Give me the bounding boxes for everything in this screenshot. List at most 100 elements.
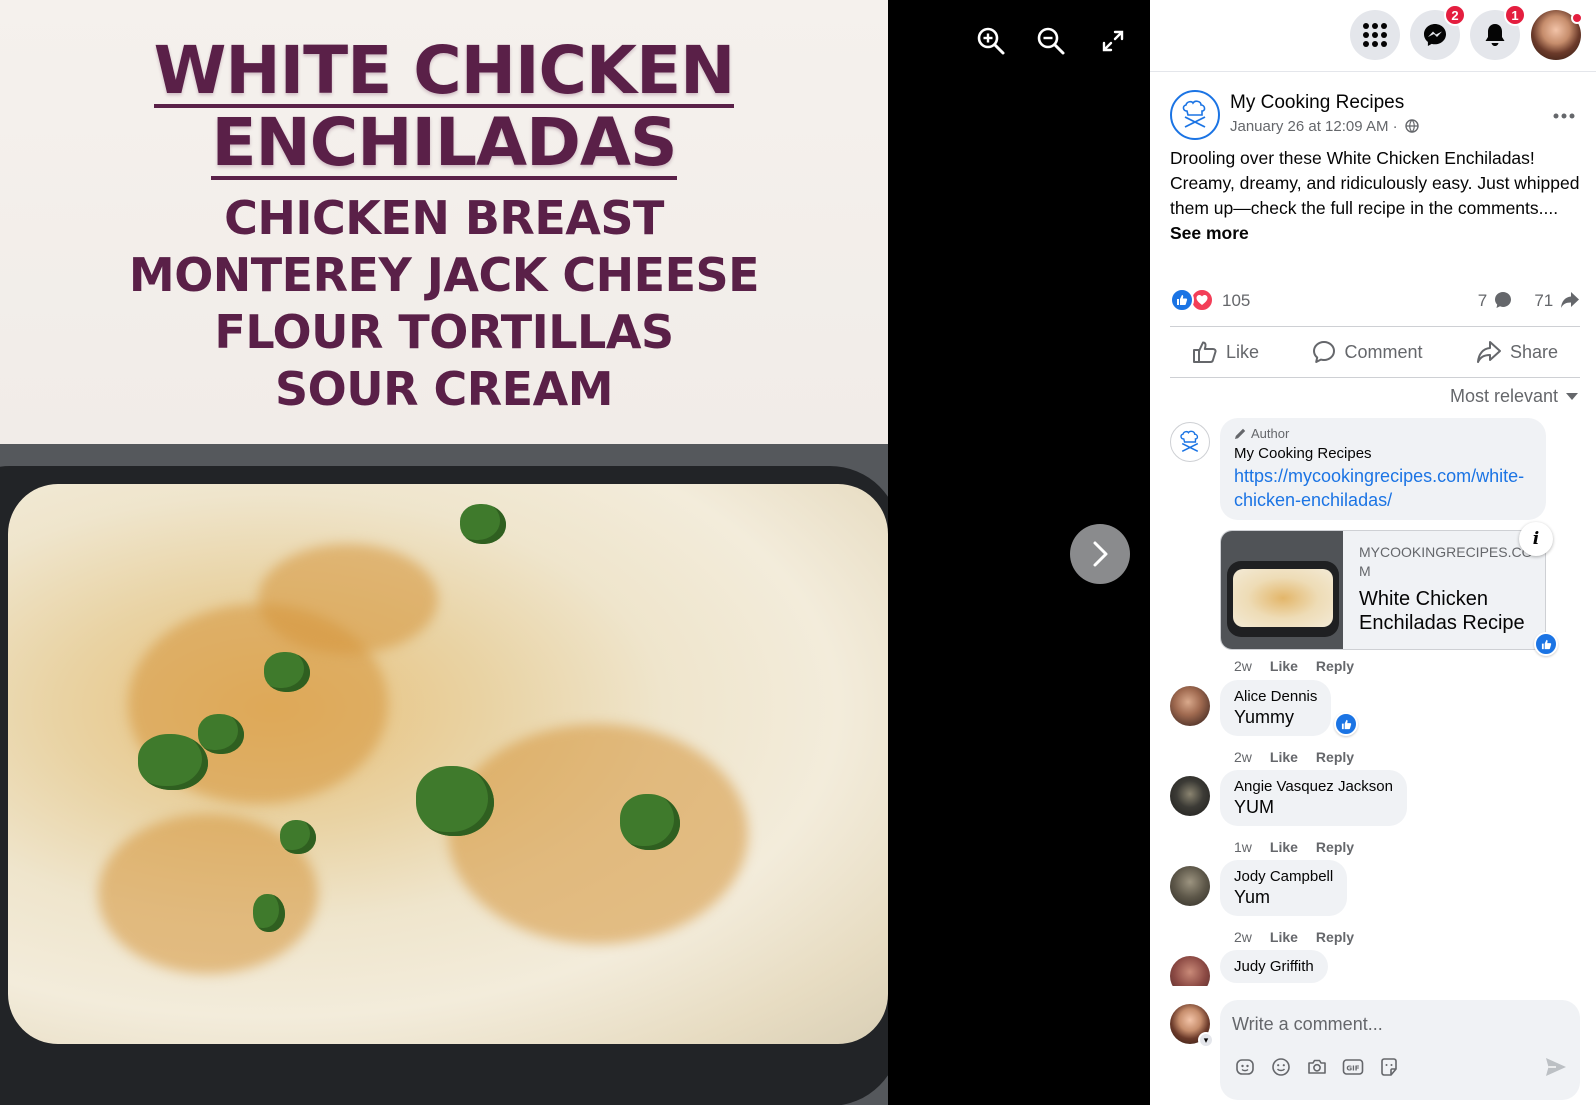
next-photo-button[interactable] (1070, 524, 1130, 584)
thumbnail-food (1233, 569, 1333, 627)
comment-button[interactable]: Comment (1292, 334, 1442, 370)
notifications-button[interactable]: 1 (1470, 4, 1526, 60)
enchilada-dish-photo (0, 444, 888, 1105)
avatar-sticker-icon[interactable] (1234, 1056, 1256, 1078)
cilantro-leaf (460, 504, 506, 544)
comment-time[interactable]: 1w (1234, 839, 1252, 855)
comment-like-badge[interactable] (1334, 712, 1358, 736)
camera-icon[interactable] (1306, 1056, 1328, 1078)
commenter-avatar[interactable] (1170, 956, 1210, 986)
comment-bubble: Jody Campbell Yum (1220, 860, 1348, 916)
photo-viewer: WHITE CHICKEN ENCHILADAS CHICKEN BREAST … (0, 0, 1150, 1105)
see-more-link[interactable]: See more (1170, 223, 1249, 243)
comment-input[interactable] (1232, 1010, 1562, 1038)
messenger-button[interactable]: 2 (1410, 4, 1466, 60)
commenter-avatar[interactable] (1170, 866, 1210, 906)
comment-time[interactable]: 2w (1234, 658, 1252, 674)
post-photo[interactable]: WHITE CHICKEN ENCHILADAS CHICKEN BREAST … (0, 0, 888, 1105)
page-name-link[interactable]: My Cooking Recipes (1230, 92, 1404, 114)
cilantro-leaf (253, 894, 285, 932)
comment-meta: 2w Like Reply (1234, 658, 1354, 674)
chef-hat-logo-icon (1182, 100, 1206, 128)
fullscreen-icon[interactable] (1096, 24, 1130, 58)
recipe-title: WHITE CHICKEN ENCHILADAS (0, 36, 888, 180)
author-badge: Author (1234, 426, 1532, 441)
post-text: Drooling over these White Chicken Enchil… (1170, 146, 1580, 246)
more-options-button[interactable] (1546, 98, 1582, 134)
share-icon (1476, 341, 1501, 363)
commenter-name[interactable]: Angie Vasquez Jackson (1234, 778, 1393, 795)
chevron-right-icon (1093, 541, 1108, 567)
comment-icon (1313, 341, 1336, 363)
link-preview-title: White Chicken Enchiladas Recipe (1359, 588, 1525, 634)
comment-like-badge[interactable] (1534, 632, 1558, 656)
chef-hat-logo-icon (1180, 430, 1199, 453)
cilantro-leaf (198, 714, 244, 754)
emoji-icon[interactable] (1270, 1056, 1292, 1078)
messenger-icon (1424, 24, 1446, 46)
comments-count-value: 7 (1477, 291, 1488, 310)
comment-like-link[interactable]: Like (1270, 839, 1298, 855)
cilantro-leaf (280, 820, 316, 854)
shares-count-value: 71 (1534, 291, 1554, 310)
comment-label: Comment (1344, 341, 1423, 362)
post-actions: Like Comment Share (1170, 326, 1580, 378)
like-reaction-icon[interactable] (1170, 288, 1194, 312)
grid-menu-icon (1363, 23, 1387, 47)
ingredient-item: SOUR CREAM (274, 362, 614, 416)
info-icon[interactable]: i (1519, 522, 1553, 556)
reactions-count[interactable]: 105 (1222, 291, 1250, 311)
thumbs-up-icon (1541, 639, 1551, 649)
commenter-avatar[interactable] (1170, 686, 1210, 726)
comment-like-link[interactable]: Like (1270, 749, 1298, 765)
comment-reply-link[interactable]: Reply (1316, 658, 1354, 674)
recipe-title-line-2: ENCHILADAS (211, 104, 678, 181)
zoom-out-icon[interactable] (1034, 24, 1068, 58)
gif-icon[interactable]: GIF (1342, 1056, 1364, 1078)
browned-cheese (448, 724, 748, 944)
comments-list[interactable]: Author My Cooking Recipes https://mycook… (1170, 418, 1590, 986)
commenter-name[interactable]: Judy Griffith (1234, 958, 1314, 975)
bell-icon (1485, 24, 1505, 46)
shares-count[interactable]: 71 (1534, 291, 1580, 311)
commenter-avatar[interactable] (1170, 776, 1210, 816)
ingredient-item: MONTEREY JACK CHEESE (128, 248, 760, 302)
more-dots-icon (1553, 113, 1575, 119)
link-preview-card[interactable]: MYCOOKINGRECIPES.COM White Chicken Enchi… (1220, 530, 1546, 650)
top-navigation: 2 1 (1150, 0, 1596, 72)
comments-count[interactable]: 7 (1478, 291, 1512, 311)
comment-composer: ▾ GIF (1150, 988, 1596, 1105)
like-button[interactable]: Like (1172, 334, 1279, 370)
post-timestamp[interactable]: January 26 at 12:09 AM · (1230, 118, 1419, 135)
zoom-in-icon[interactable] (974, 24, 1008, 58)
chevron-down-icon[interactable]: ▾ (1198, 1032, 1214, 1048)
send-icon[interactable] (1544, 1056, 1570, 1080)
commenter-avatar[interactable] (1170, 422, 1210, 462)
comment-reply-link[interactable]: Reply (1316, 839, 1354, 855)
recipe-link[interactable]: https://mycookingrecipes.com/white-chick… (1234, 464, 1532, 512)
comment-time[interactable]: 2w (1234, 929, 1252, 945)
sticker-icon[interactable] (1378, 1056, 1400, 1078)
photo-title-area: WHITE CHICKEN ENCHILADAS CHICKEN BREAST … (0, 0, 888, 444)
comment-time[interactable]: 2w (1234, 749, 1252, 765)
author-badge-label: Author (1251, 426, 1290, 441)
comment-sort-dropdown[interactable]: Most relevant (1450, 386, 1578, 407)
comment-meta: 2w Like Reply (1234, 749, 1354, 765)
comment-like-link[interactable]: Like (1270, 658, 1298, 674)
comment-bubble: Judy Griffith (1220, 950, 1328, 983)
commenter-name[interactable]: My Cooking Recipes (1234, 445, 1532, 462)
comment-bubble: Alice Dennis Yummy (1220, 680, 1332, 736)
comment-text: Yum (1234, 887, 1271, 907)
share-button[interactable]: Share (1456, 334, 1578, 370)
commenter-name[interactable]: Jody Campbell (1234, 868, 1333, 885)
comment-like-link[interactable]: Like (1270, 929, 1298, 945)
comment-meta: 2w Like Reply (1234, 929, 1354, 945)
menu-button[interactable] (1350, 10, 1400, 60)
page-avatar[interactable] (1170, 90, 1220, 140)
comment-reply-link[interactable]: Reply (1316, 749, 1354, 765)
comment-text: YUM (1234, 797, 1274, 817)
comment-reply-link[interactable]: Reply (1316, 929, 1354, 945)
commenter-name[interactable]: Alice Dennis (1234, 688, 1317, 705)
account-avatar[interactable] (1531, 10, 1583, 60)
like-label: Like (1226, 341, 1260, 362)
